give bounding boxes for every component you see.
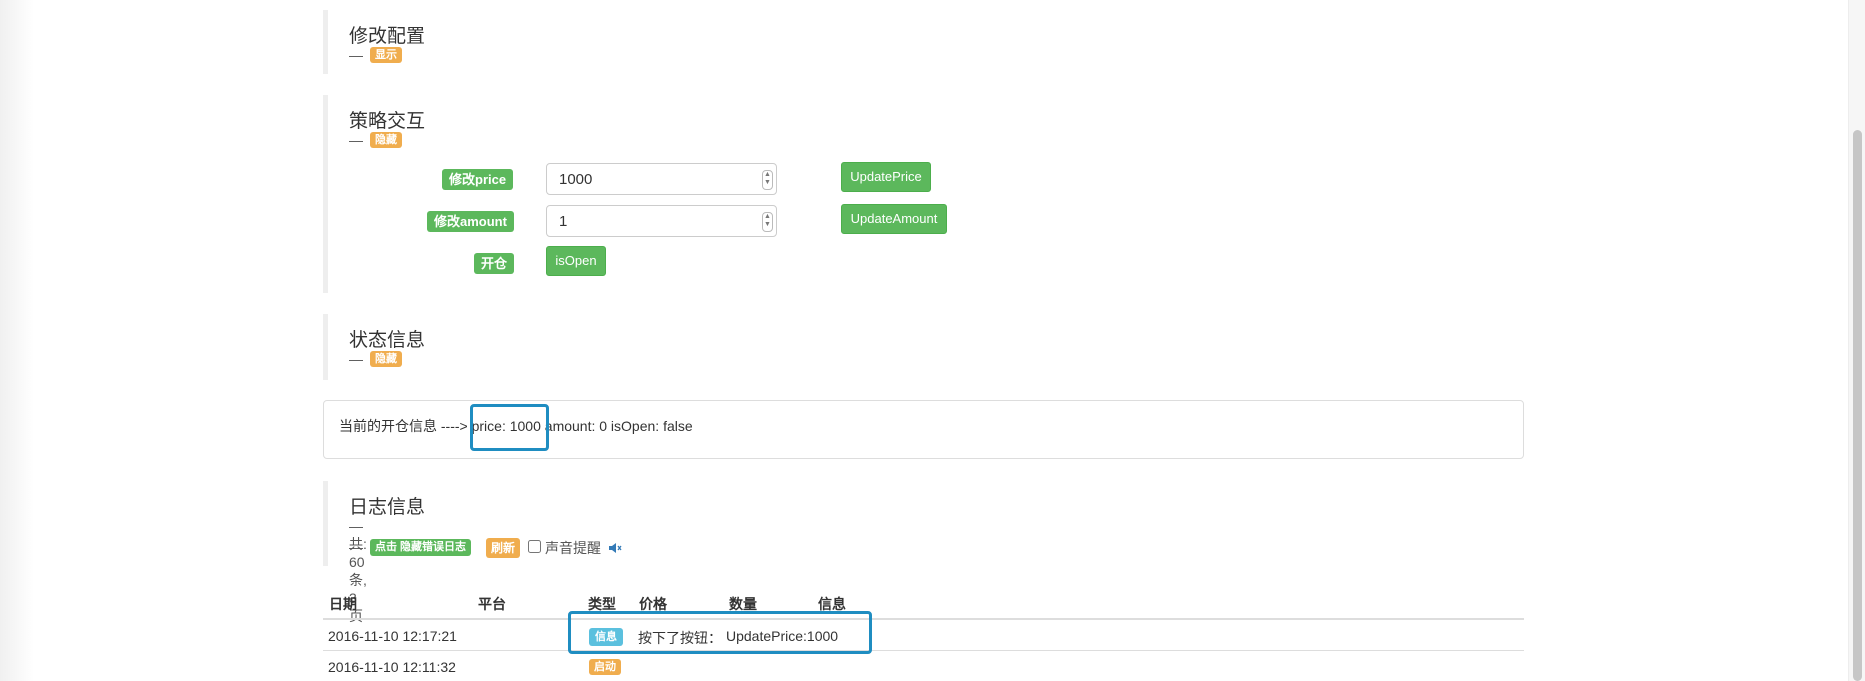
refresh-button[interactable]: 刷新 (486, 538, 521, 558)
log-panel: 日志信息 — 共: 60 条, 3 页 — 点击 隐藏错误日志 刷新 声音提醒 (323, 481, 622, 624)
amount-input[interactable]: 1 ▲ ▼ (546, 205, 777, 237)
interaction-hide-toggle[interactable]: 隐藏 (370, 132, 402, 148)
config-panel: 修改配置 — 显示 (323, 10, 425, 74)
interaction-dash: — (349, 132, 363, 148)
row-date: 2016-11-10 12:11:32 (328, 659, 456, 675)
config-dash: — (349, 47, 363, 63)
table-header-divider (323, 618, 1524, 620)
price-stepper[interactable]: ▲ ▼ (762, 170, 773, 190)
config-show-toggle[interactable]: 显示 (370, 47, 402, 63)
speaker-muted-icon[interactable] (608, 541, 622, 559)
price-highlight-box (470, 404, 549, 451)
amount-stepper[interactable]: ▲ ▼ (762, 212, 773, 232)
status-prefix: 当前的开仓信息 ----> (339, 418, 468, 434)
left-shadow (0, 0, 34, 681)
row-date: 2016-11-10 12:17:21 (328, 628, 457, 644)
hide-error-logs-button[interactable]: 点击 隐藏错误日志 (370, 539, 472, 556)
scrollbar-thumb[interactable] (1853, 130, 1862, 681)
status-rest: amount: 0 isOpen: false (544, 418, 693, 434)
row-divider (323, 650, 1524, 651)
log-controls-dash: — (349, 539, 363, 555)
scrollbar[interactable] (1848, 0, 1865, 681)
sound-alert-checkbox[interactable] (528, 540, 541, 553)
price-label: 修改price (442, 169, 514, 190)
row-type-badge: 启动 (589, 659, 621, 675)
sound-alert-label: 声音提醒 (545, 540, 601, 556)
status-dash: — (349, 351, 363, 367)
log-title: 日志信息 (349, 497, 426, 518)
update-price-button[interactable]: UpdatePrice (841, 162, 931, 192)
interaction-panel: 策略交互 — 隐藏 (323, 95, 425, 293)
column-platform: 平台 (478, 596, 506, 612)
price-input-value: 1000 (559, 171, 593, 188)
amount-label: 修改amount (427, 211, 514, 232)
status-panel: 状态信息 — 隐藏 (323, 314, 425, 380)
open-position-label: 开仓 (474, 253, 515, 274)
status-title: 状态信息 (349, 330, 426, 351)
update-amount-button[interactable]: UpdateAmount (841, 204, 947, 234)
status-hide-toggle[interactable]: 隐藏 (370, 351, 402, 367)
log-highlight-box (568, 611, 872, 654)
column-date: 日期 (329, 596, 357, 612)
price-input[interactable]: 1000 ▲ ▼ (546, 163, 777, 195)
config-title: 修改配置 (349, 26, 426, 47)
log-count-dash: — (349, 518, 363, 534)
amount-input-value: 1 (559, 213, 568, 230)
is-open-button[interactable]: isOpen (546, 246, 606, 276)
interaction-title: 策略交互 (349, 111, 426, 132)
